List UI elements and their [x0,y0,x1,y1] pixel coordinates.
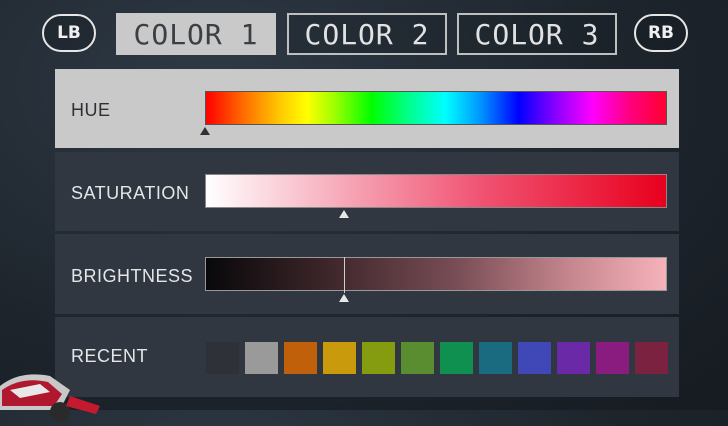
recent-color-swatch[interactable] [401,342,434,374]
recent-color-swatch[interactable] [440,342,473,374]
hue-label: HUE [71,100,111,120]
saturation-label: SATURATION [71,183,190,203]
recent-color-swatch[interactable] [596,342,629,374]
tab-color-2[interactable]: COLOR 2 [287,13,447,55]
recent-color-swatch[interactable] [323,342,356,374]
recent-color-swatch[interactable] [518,342,551,374]
recent-row: RECENT [55,317,679,397]
recent-color-swatch[interactable] [206,342,239,374]
saturation-slider-marker-icon[interactable] [338,210,349,218]
recent-swatch-list [206,342,668,374]
recent-color-swatch[interactable] [635,342,668,374]
hue-slider[interactable] [205,91,667,125]
hue-slider-marker-icon[interactable] [200,127,210,135]
saturation-row[interactable]: SATURATION [55,152,679,231]
tab-color-1[interactable]: COLOR 1 [116,13,276,55]
rb-bumper-button[interactable]: RB [634,14,688,52]
saturation-slider[interactable] [205,174,667,208]
recent-color-swatch[interactable] [557,342,590,374]
motorcycle-preview-image [0,374,100,422]
recent-color-swatch[interactable] [284,342,317,374]
brightness-row[interactable]: BRIGHTNESS [55,234,679,314]
recent-label: RECENT [71,346,149,366]
recent-color-swatch[interactable] [479,342,512,374]
brightness-position-line [343,257,345,293]
recent-color-swatch[interactable] [362,342,395,374]
hue-row[interactable]: HUE [55,69,679,148]
recent-color-swatch[interactable] [245,342,278,374]
lb-bumper-button[interactable]: LB [42,14,96,52]
brightness-label: BRIGHTNESS [71,266,194,286]
brightness-slider[interactable] [205,257,667,291]
brightness-slider-marker-icon[interactable] [338,294,349,302]
tab-color-3[interactable]: COLOR 3 [457,13,617,55]
